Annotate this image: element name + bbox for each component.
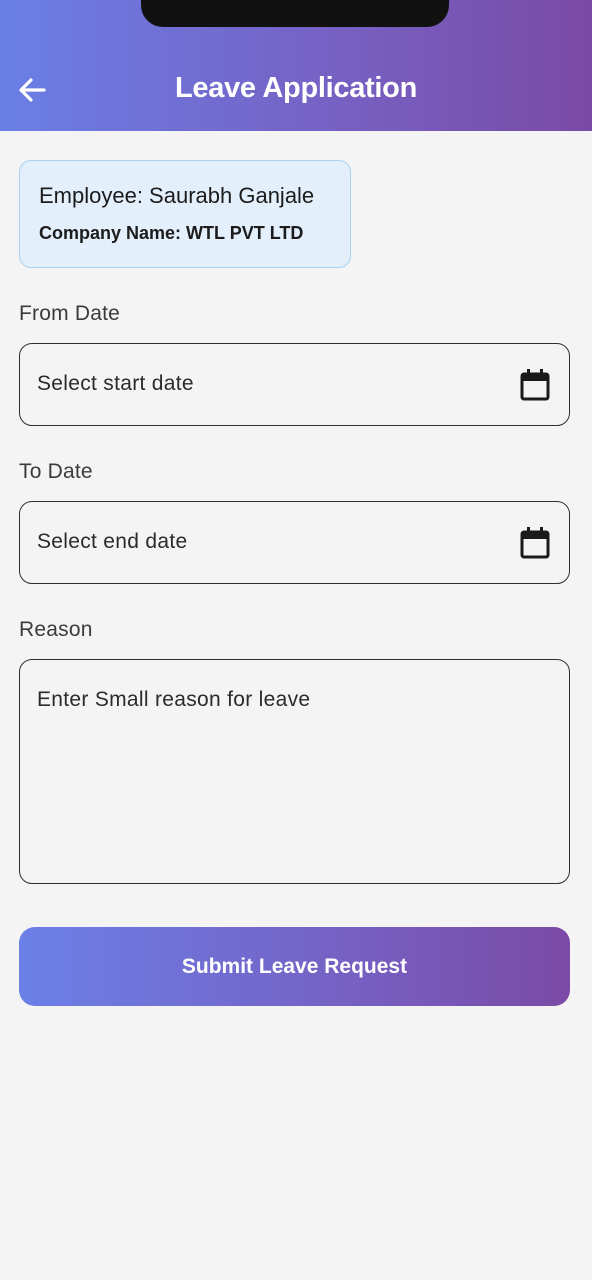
reason-placeholder: Enter Small reason for leave	[37, 688, 311, 711]
calendar-icon[interactable]	[519, 368, 551, 402]
to-date-label: To Date	[19, 460, 93, 483]
to-date-field[interactable]: Select end date	[19, 501, 570, 584]
from-date-field[interactable]: Select start date	[19, 343, 570, 426]
reason-textarea[interactable]: Enter Small reason for leave	[19, 659, 570, 884]
submit-leave-request-button[interactable]: Submit Leave Request	[19, 927, 570, 1006]
camera-notch	[141, 0, 449, 27]
from-date-placeholder: Select start date	[37, 372, 194, 395]
company-name: Company Name: WTL PVT LTD	[39, 223, 304, 243]
employee-name: Employee: Saurabh Ganjale	[39, 183, 315, 208]
from-date-label: From Date	[19, 302, 120, 325]
page-title: Leave Application	[175, 72, 417, 104]
reason-label: Reason	[19, 618, 93, 641]
employee-info-card: Employee: Saurabh Ganjale Company Name: …	[19, 160, 351, 268]
to-date-placeholder: Select end date	[37, 530, 188, 553]
app-bar: Leave Application	[0, 0, 592, 131]
calendar-icon[interactable]	[519, 526, 551, 560]
